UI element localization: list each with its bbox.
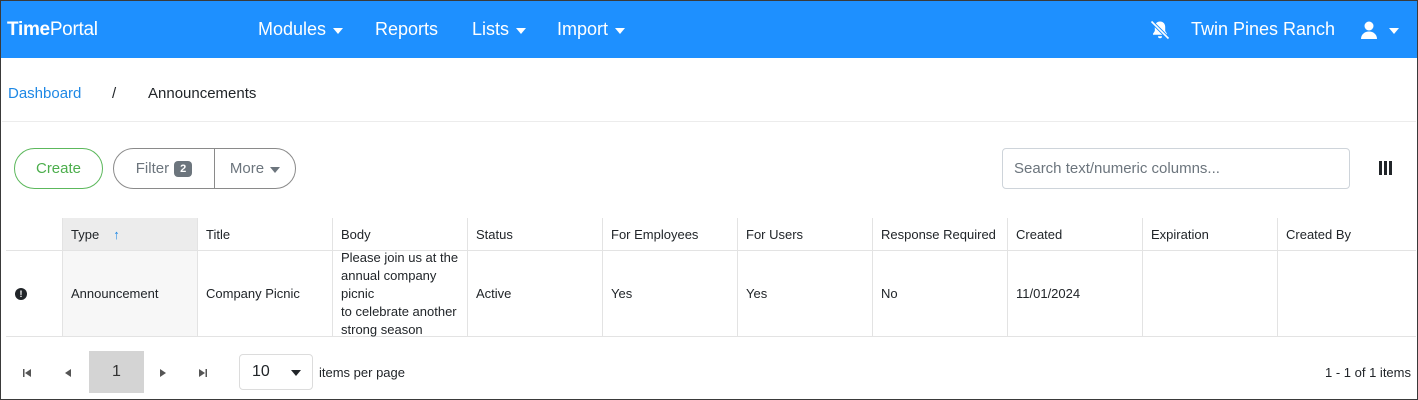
header-created[interactable]: Created [1007,218,1142,250]
divider [2,121,1416,122]
chevron-down-icon [516,27,527,34]
header-for-employees[interactable]: For Employees [602,218,737,250]
header-status[interactable]: Status [467,218,602,250]
cell-expiration [1142,251,1277,336]
exclamation-circle-icon: ! [15,287,27,300]
header-created-by[interactable]: Created By [1277,218,1416,250]
nav-modules[interactable]: Modules [258,19,344,40]
filter-label: Filter [135,160,170,177]
previous-page-icon [65,368,71,377]
page-1-button[interactable]: 1 [89,351,144,393]
column-chooser-icon[interactable] [1379,161,1392,175]
filter-count-badge: 2 [174,160,193,177]
chevron-down-icon [333,27,344,34]
nav-import-label: Import [557,19,609,39]
nav-import[interactable]: Import [557,19,626,40]
breadcrumb-dashboard-link[interactable]: Dashboard [8,85,81,102]
header-expiration[interactable]: Expiration [1142,218,1277,250]
row-status-cell: ! [6,251,62,336]
cell-body: Please join us at the annual company pic… [332,249,467,337]
filter-button[interactable]: Filter 2 [114,149,215,188]
page-size-value: 10 [252,363,270,380]
chevron-down-icon [270,166,281,173]
app-window: TimePortal Modules Reports Lists Import … [0,0,1418,400]
header-body[interactable]: Body [332,218,467,250]
nav-reports-label: Reports [375,19,439,39]
cell-for-employees: Yes [602,251,737,336]
chevron-down-icon [291,370,301,376]
header-type[interactable]: Type ↑ [62,218,197,250]
nav-reports[interactable]: Reports [375,19,438,40]
filter-more-group: Filter 2 More [113,148,296,189]
bell-slash-icon[interactable] [1148,18,1172,42]
first-page-icon [23,368,31,377]
nav-modules-label: Modules [258,19,327,39]
next-page-icon [160,368,166,377]
next-page-button[interactable] [143,352,183,393]
top-navbar: TimePortal Modules Reports Lists Import … [1,1,1417,58]
table-row[interactable]: ! Announcement Company Picnic Please joi… [6,249,1416,337]
more-button[interactable]: More [215,149,295,188]
organization-name[interactable]: Twin Pines Ranch [1191,19,1335,40]
table-header-row: Type ↑ Title Body Status For Employees Fo… [6,218,1416,251]
more-label: More [229,160,265,177]
items-per-page-label: items per page [319,365,405,380]
last-page-button[interactable] [183,352,223,393]
header-for-users[interactable]: For Users [737,218,872,250]
chevron-down-icon [615,27,626,34]
header-response-required[interactable]: Response Required [872,218,1007,250]
nav-lists[interactable]: Lists [472,19,527,40]
first-page-button[interactable] [7,352,47,393]
pager-range-info: 1 - 1 of 1 items [1325,365,1411,380]
user-icon [1361,21,1377,39]
cell-for-users: Yes [737,251,872,336]
cell-response-required: No [872,251,1007,336]
cell-body-text: Please join us at the annual company pic… [341,249,459,337]
header-type-label: Type [71,226,100,242]
last-page-icon [199,368,207,377]
previous-page-button[interactable] [48,352,88,393]
nav-lists-label: Lists [472,19,510,39]
search-input[interactable] [1002,148,1350,189]
sort-ascending-icon: ↑ [113,226,120,242]
brand-logo[interactable]: TimePortal [7,19,98,41]
chevron-down-icon [1389,28,1399,34]
breadcrumb-separator: / [112,85,117,102]
cell-created: 11/01/2024 [1007,251,1142,336]
cell-created-by [1277,251,1416,336]
cell-type: Announcement [62,251,197,336]
user-menu[interactable] [1359,18,1399,42]
cell-status: Active [467,251,602,336]
breadcrumb-current: Announcements [148,85,257,102]
header-title[interactable]: Title [197,218,332,250]
page-size-select[interactable]: 10 [239,354,313,390]
cell-title: Company Picnic [197,251,332,336]
header-select-column [6,218,62,250]
create-button[interactable]: Create [14,148,103,189]
